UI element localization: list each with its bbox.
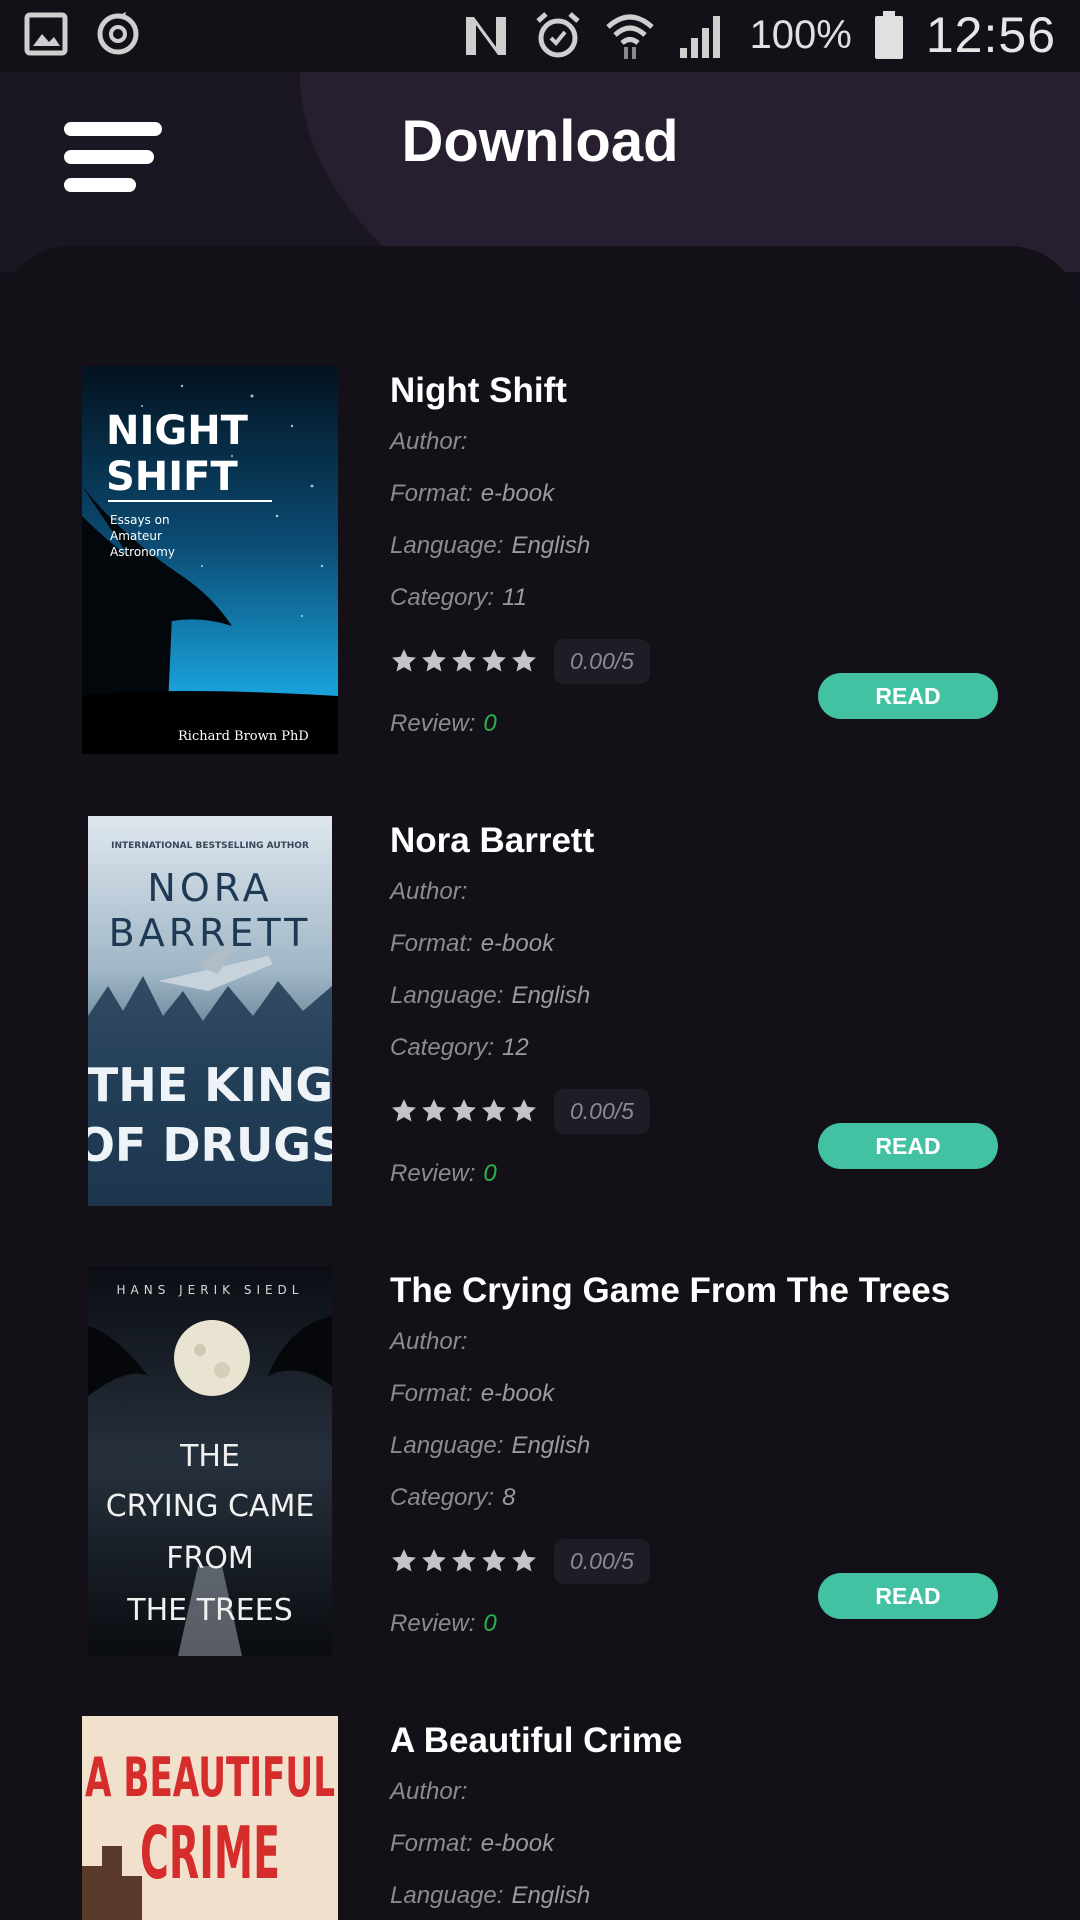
book-language: Language: English bbox=[390, 982, 591, 1009]
signal-icon bbox=[678, 10, 728, 60]
svg-text:THE KING: THE KING bbox=[88, 1058, 332, 1112]
svg-text:Essays on: Essays on bbox=[110, 513, 170, 527]
svg-text:Astronomy: Astronomy bbox=[110, 545, 175, 559]
list-item[interactable]: INTERNATIONAL BESTSELLING AUTHOR NORA BA… bbox=[0, 816, 1080, 1266]
nfc-icon bbox=[462, 11, 512, 59]
svg-text:A BEAUTIFUL: A BEAUTIFUL bbox=[85, 1746, 335, 1809]
cover-title: NIGHT bbox=[106, 408, 249, 454]
sync-icon bbox=[94, 10, 142, 58]
list-item[interactable]: HANS JERIK SIEDL THE CRYING CAME FROM TH… bbox=[0, 1266, 1080, 1716]
book-cover[interactable]: INTERNATIONAL BESTSELLING AUTHOR NORA BA… bbox=[88, 816, 332, 1206]
book-format: Format: e-book bbox=[390, 480, 555, 507]
svg-text:THE: THE bbox=[179, 1439, 240, 1474]
page-title: Download bbox=[401, 109, 679, 174]
star-rating bbox=[390, 1547, 538, 1575]
svg-text:CRYING CAME: CRYING CAME bbox=[106, 1489, 315, 1524]
book-category: Category: 12 bbox=[390, 1034, 529, 1061]
book-cover[interactable]: NIGHT SHIFT Essays on Amateur Astronomy … bbox=[82, 366, 338, 754]
read-button[interactable]: READ bbox=[818, 1573, 998, 1619]
star-icon bbox=[480, 647, 508, 675]
gallery-icon bbox=[24, 12, 68, 56]
svg-text:BARRETT: BARRETT bbox=[109, 911, 312, 955]
star-icon bbox=[420, 647, 448, 675]
svg-text:Richard Brown PhD: Richard Brown PhD bbox=[178, 729, 309, 744]
svg-text:THE TREES: THE TREES bbox=[126, 1593, 293, 1628]
book-format: Format: e-book bbox=[390, 930, 555, 957]
book-title[interactable]: The Crying Game From The Trees bbox=[390, 1266, 1010, 1316]
book-category: Category: 11 bbox=[390, 584, 527, 611]
rating-value: 0.00/5 bbox=[554, 1088, 650, 1134]
book-author: Author: bbox=[390, 428, 468, 455]
battery-icon bbox=[874, 10, 904, 60]
svg-text:OF DRUGS: OF DRUGS bbox=[88, 1118, 332, 1172]
book-title[interactable]: Nora Barrett bbox=[390, 816, 1010, 866]
star-icon bbox=[390, 1097, 418, 1125]
read-button[interactable]: READ bbox=[818, 1123, 998, 1169]
star-icon bbox=[420, 1547, 448, 1575]
list-item[interactable]: NIGHT SHIFT Essays on Amateur Astronomy … bbox=[0, 366, 1080, 816]
rating-value: 0.00/5 bbox=[554, 638, 650, 684]
wifi-icon bbox=[604, 9, 656, 61]
svg-text:INTERNATIONAL BESTSELLING AUTH: INTERNATIONAL BESTSELLING AUTHOR bbox=[111, 841, 309, 851]
book-cover[interactable]: A BEAUTIFUL CRIME bbox=[82, 1716, 338, 1920]
book-category: Category: 8 bbox=[390, 1484, 516, 1511]
book-list[interactable]: NIGHT SHIFT Essays on Amateur Astronomy … bbox=[0, 246, 1080, 1920]
battery-percent: 100% bbox=[749, 12, 852, 57]
book-language: Language: English bbox=[390, 1432, 591, 1459]
star-icon bbox=[510, 647, 538, 675]
star-icon bbox=[510, 1097, 538, 1125]
book-format: Format: e-book bbox=[390, 1830, 555, 1857]
star-icon bbox=[450, 647, 478, 675]
read-button[interactable]: READ bbox=[818, 673, 998, 719]
svg-text:Amateur: Amateur bbox=[110, 529, 162, 543]
app-header: Download bbox=[0, 72, 1080, 272]
book-author: Author: bbox=[390, 1328, 468, 1355]
svg-text:CRIME: CRIME bbox=[140, 1811, 280, 1895]
book-author: Author: bbox=[390, 1778, 468, 1805]
book-title[interactable]: Night Shift bbox=[390, 366, 1010, 416]
book-format: Format: e-book bbox=[390, 1380, 555, 1407]
rating-value: 0.00/5 bbox=[554, 1538, 650, 1584]
book-cover[interactable]: HANS JERIK SIEDL THE CRYING CAME FROM TH… bbox=[88, 1266, 332, 1656]
book-author: Author: bbox=[390, 878, 468, 905]
svg-text:FROM: FROM bbox=[166, 1541, 254, 1576]
star-icon bbox=[390, 1547, 418, 1575]
star-icon bbox=[480, 1547, 508, 1575]
book-title[interactable]: A Beautiful Crime bbox=[390, 1716, 1010, 1766]
star-rating bbox=[390, 647, 538, 675]
svg-text:SHIFT: SHIFT bbox=[106, 454, 238, 500]
clock: 12:56 bbox=[925, 7, 1056, 63]
status-bar: 100% 12:56 bbox=[0, 0, 1080, 72]
star-icon bbox=[480, 1097, 508, 1125]
star-rating bbox=[390, 1097, 538, 1125]
book-language: Language: English bbox=[390, 532, 591, 559]
svg-text:NORA: NORA bbox=[147, 866, 272, 910]
star-icon bbox=[510, 1547, 538, 1575]
alarm-icon bbox=[534, 11, 582, 59]
svg-text:HANS JERIK SIEDL: HANS JERIK SIEDL bbox=[117, 1283, 304, 1297]
star-icon bbox=[450, 1547, 478, 1575]
star-icon bbox=[450, 1097, 478, 1125]
star-icon bbox=[390, 647, 418, 675]
star-icon bbox=[420, 1097, 448, 1125]
list-item[interactable]: A BEAUTIFUL CRIME A Beautiful Crime Auth… bbox=[0, 1716, 1080, 1920]
book-info: A Beautiful Crime Author: Format: e-book … bbox=[390, 1716, 1010, 1920]
book-language: Language: English bbox=[390, 1882, 591, 1909]
